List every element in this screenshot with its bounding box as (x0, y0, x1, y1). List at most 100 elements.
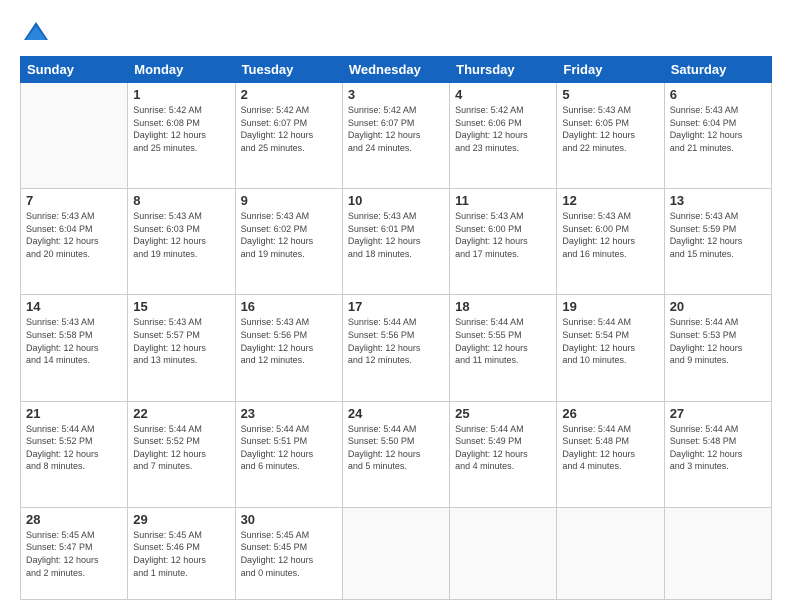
day-info: Sunrise: 5:45 AM Sunset: 5:47 PM Dayligh… (26, 529, 122, 579)
day-number: 11 (455, 193, 551, 208)
day-number: 29 (133, 512, 229, 527)
day-info: Sunrise: 5:43 AM Sunset: 5:59 PM Dayligh… (670, 210, 766, 260)
day-number: 15 (133, 299, 229, 314)
day-info: Sunrise: 5:44 AM Sunset: 5:52 PM Dayligh… (26, 423, 122, 473)
col-header-sunday: Sunday (21, 57, 128, 83)
day-number: 3 (348, 87, 444, 102)
calendar-cell: 22 Sunrise: 5:44 AM Sunset: 5:52 PM Dayli… (128, 401, 235, 507)
calendar-cell (664, 507, 771, 599)
calendar-cell: 28 Sunrise: 5:45 AM Sunset: 5:47 PM Dayli… (21, 507, 128, 599)
day-number: 16 (241, 299, 337, 314)
calendar-cell: 7 Sunrise: 5:43 AM Sunset: 6:04 PM Daylig… (21, 189, 128, 295)
calendar-cell: 1 Sunrise: 5:42 AM Sunset: 6:08 PM Daylig… (128, 83, 235, 189)
day-info: Sunrise: 5:44 AM Sunset: 5:48 PM Dayligh… (562, 423, 658, 473)
calendar-cell: 14 Sunrise: 5:43 AM Sunset: 5:58 PM Dayli… (21, 295, 128, 401)
calendar-cell: 20 Sunrise: 5:44 AM Sunset: 5:53 PM Dayli… (664, 295, 771, 401)
day-info: Sunrise: 5:43 AM Sunset: 6:00 PM Dayligh… (455, 210, 551, 260)
calendar-week-row: 28 Sunrise: 5:45 AM Sunset: 5:47 PM Dayli… (21, 507, 772, 599)
calendar-cell: 16 Sunrise: 5:43 AM Sunset: 5:56 PM Dayli… (235, 295, 342, 401)
day-info: Sunrise: 5:45 AM Sunset: 5:45 PM Dayligh… (241, 529, 337, 579)
day-info: Sunrise: 5:43 AM Sunset: 6:04 PM Dayligh… (26, 210, 122, 260)
calendar-header-row: SundayMondayTuesdayWednesdayThursdayFrid… (21, 57, 772, 83)
day-info: Sunrise: 5:44 AM Sunset: 5:55 PM Dayligh… (455, 316, 551, 366)
calendar-table: SundayMondayTuesdayWednesdayThursdayFrid… (20, 56, 772, 600)
calendar-cell: 21 Sunrise: 5:44 AM Sunset: 5:52 PM Dayli… (21, 401, 128, 507)
day-number: 9 (241, 193, 337, 208)
day-info: Sunrise: 5:43 AM Sunset: 6:04 PM Dayligh… (670, 104, 766, 154)
day-info: Sunrise: 5:45 AM Sunset: 5:46 PM Dayligh… (133, 529, 229, 579)
calendar-week-row: 1 Sunrise: 5:42 AM Sunset: 6:08 PM Daylig… (21, 83, 772, 189)
calendar-cell: 19 Sunrise: 5:44 AM Sunset: 5:54 PM Dayli… (557, 295, 664, 401)
calendar-cell: 13 Sunrise: 5:43 AM Sunset: 5:59 PM Dayli… (664, 189, 771, 295)
calendar-cell: 6 Sunrise: 5:43 AM Sunset: 6:04 PM Daylig… (664, 83, 771, 189)
day-info: Sunrise: 5:43 AM Sunset: 6:01 PM Dayligh… (348, 210, 444, 260)
day-number: 10 (348, 193, 444, 208)
calendar-cell: 11 Sunrise: 5:43 AM Sunset: 6:00 PM Dayli… (450, 189, 557, 295)
day-number: 22 (133, 406, 229, 421)
day-number: 14 (26, 299, 122, 314)
day-info: Sunrise: 5:44 AM Sunset: 5:56 PM Dayligh… (348, 316, 444, 366)
day-number: 18 (455, 299, 551, 314)
calendar-cell: 29 Sunrise: 5:45 AM Sunset: 5:46 PM Dayli… (128, 507, 235, 599)
calendar-cell: 17Sunrise: 5:44 AM Sunset: 5:56 PM Dayli… (342, 295, 449, 401)
day-info: Sunrise: 5:43 AM Sunset: 6:05 PM Dayligh… (562, 104, 658, 154)
calendar-week-row: 7 Sunrise: 5:43 AM Sunset: 6:04 PM Daylig… (21, 189, 772, 295)
day-number: 25 (455, 406, 551, 421)
day-info: Sunrise: 5:44 AM Sunset: 5:54 PM Dayligh… (562, 316, 658, 366)
day-info: Sunrise: 5:44 AM Sunset: 5:52 PM Dayligh… (133, 423, 229, 473)
calendar-cell: 12Sunrise: 5:43 AM Sunset: 6:00 PM Dayli… (557, 189, 664, 295)
day-number: 13 (670, 193, 766, 208)
calendar-cell: 25 Sunrise: 5:44 AM Sunset: 5:49 PM Dayli… (450, 401, 557, 507)
day-info: Sunrise: 5:44 AM Sunset: 5:48 PM Dayligh… (670, 423, 766, 473)
col-header-tuesday: Tuesday (235, 57, 342, 83)
calendar-cell: 18 Sunrise: 5:44 AM Sunset: 5:55 PM Dayli… (450, 295, 557, 401)
header (20, 18, 772, 46)
calendar-cell: 4Sunrise: 5:42 AM Sunset: 6:06 PM Daylig… (450, 83, 557, 189)
col-header-friday: Friday (557, 57, 664, 83)
calendar-week-row: 14 Sunrise: 5:43 AM Sunset: 5:58 PM Dayli… (21, 295, 772, 401)
day-info: Sunrise: 5:43 AM Sunset: 5:56 PM Dayligh… (241, 316, 337, 366)
calendar-cell (21, 83, 128, 189)
day-number: 20 (670, 299, 766, 314)
day-number: 24 (348, 406, 444, 421)
calendar-cell (450, 507, 557, 599)
day-info: Sunrise: 5:43 AM Sunset: 5:57 PM Dayligh… (133, 316, 229, 366)
day-info: Sunrise: 5:42 AM Sunset: 6:07 PM Dayligh… (241, 104, 337, 154)
day-info: Sunrise: 5:43 AM Sunset: 5:58 PM Dayligh… (26, 316, 122, 366)
day-number: 19 (562, 299, 658, 314)
col-header-wednesday: Wednesday (342, 57, 449, 83)
day-info: Sunrise: 5:44 AM Sunset: 5:49 PM Dayligh… (455, 423, 551, 473)
calendar-cell: 2Sunrise: 5:42 AM Sunset: 6:07 PM Daylig… (235, 83, 342, 189)
day-number: 27 (670, 406, 766, 421)
calendar-cell: 23 Sunrise: 5:44 AM Sunset: 5:51 PM Dayli… (235, 401, 342, 507)
calendar-cell (557, 507, 664, 599)
day-number: 23 (241, 406, 337, 421)
day-number: 5 (562, 87, 658, 102)
day-info: Sunrise: 5:42 AM Sunset: 6:06 PM Dayligh… (455, 104, 551, 154)
day-info: Sunrise: 5:43 AM Sunset: 6:02 PM Dayligh… (241, 210, 337, 260)
day-number: 6 (670, 87, 766, 102)
calendar-cell (342, 507, 449, 599)
logo (20, 18, 50, 46)
col-header-monday: Monday (128, 57, 235, 83)
calendar-week-row: 21 Sunrise: 5:44 AM Sunset: 5:52 PM Dayli… (21, 401, 772, 507)
calendar-cell: 24 Sunrise: 5:44 AM Sunset: 5:50 PM Dayli… (342, 401, 449, 507)
col-header-saturday: Saturday (664, 57, 771, 83)
day-info: Sunrise: 5:43 AM Sunset: 6:03 PM Dayligh… (133, 210, 229, 260)
day-number: 21 (26, 406, 122, 421)
day-info: Sunrise: 5:44 AM Sunset: 5:51 PM Dayligh… (241, 423, 337, 473)
calendar-cell: 27 Sunrise: 5:44 AM Sunset: 5:48 PM Dayli… (664, 401, 771, 507)
day-number: 1 (133, 87, 229, 102)
calendar-cell: 3Sunrise: 5:42 AM Sunset: 6:07 PM Daylig… (342, 83, 449, 189)
day-number: 7 (26, 193, 122, 208)
day-info: Sunrise: 5:42 AM Sunset: 6:08 PM Dayligh… (133, 104, 229, 154)
calendar-cell: 15 Sunrise: 5:43 AM Sunset: 5:57 PM Dayli… (128, 295, 235, 401)
calendar-cell: 26Sunrise: 5:44 AM Sunset: 5:48 PM Dayli… (557, 401, 664, 507)
day-info: Sunrise: 5:44 AM Sunset: 5:50 PM Dayligh… (348, 423, 444, 473)
day-number: 28 (26, 512, 122, 527)
day-info: Sunrise: 5:44 AM Sunset: 5:53 PM Dayligh… (670, 316, 766, 366)
day-number: 30 (241, 512, 337, 527)
col-header-thursday: Thursday (450, 57, 557, 83)
day-number: 8 (133, 193, 229, 208)
calendar-cell: 5 Sunrise: 5:43 AM Sunset: 6:05 PM Daylig… (557, 83, 664, 189)
